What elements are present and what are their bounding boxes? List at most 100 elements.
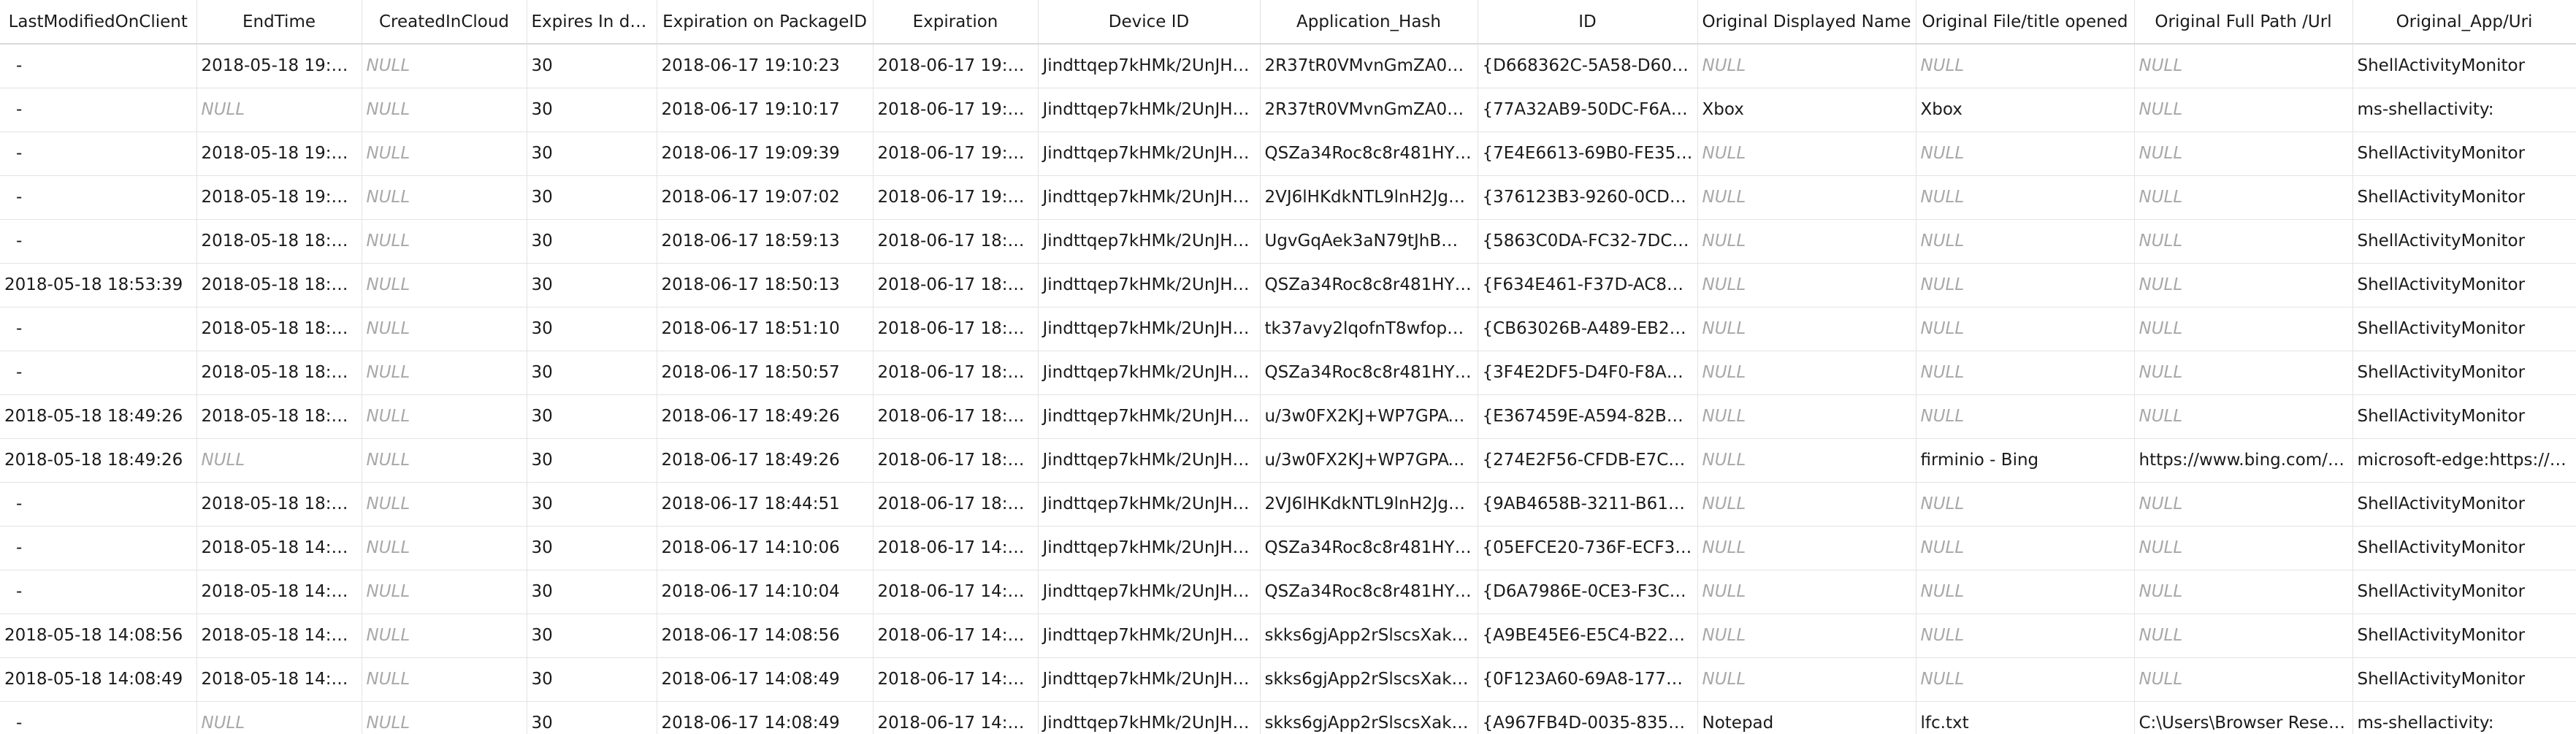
table-cell[interactable]: ShellActivityMonitor [2353, 175, 2576, 220]
table-cell[interactable]: 30 [527, 44, 657, 88]
table-cell[interactable]: NULL [1916, 482, 2135, 527]
table-row[interactable]: 2018-05-18 18:49:262018-05-18 18:49:26NU… [0, 394, 2576, 439]
table-cell[interactable]: NULL [1916, 175, 2135, 220]
table-cell[interactable]: 30 [527, 482, 657, 527]
table-cell[interactable]: ShellActivityMonitor [2353, 307, 2576, 351]
table-cell[interactable]: - [0, 307, 197, 351]
table-cell[interactable]: 2018-06-17 18:51:10 [873, 307, 1039, 351]
table-cell[interactable]: 2018-05-18 18:49:26 [0, 394, 197, 439]
table-cell[interactable]: {F634E461-F37D-AC87-3... [1478, 263, 1698, 307]
table-cell[interactable]: 2018-05-18 18:54:10 [196, 263, 362, 307]
table-cell[interactable]: NULL [196, 701, 362, 734]
table-cell[interactable]: NULL [2134, 88, 2353, 132]
table-cell[interactable]: - [0, 175, 197, 220]
table-cell[interactable]: 30 [527, 657, 657, 702]
table-cell[interactable]: 2018-06-17 14:08:49 [657, 657, 874, 702]
table-cell[interactable]: NULL [362, 394, 527, 439]
table-cell[interactable]: {D6A7986E-0CE3-F3C3-A... [1478, 570, 1698, 614]
table-cell[interactable]: NULL [1916, 351, 2135, 395]
table-cell[interactable]: 2018-05-18 19:09:39 [196, 131, 362, 176]
table-cell[interactable]: NULL [2134, 526, 2353, 570]
table-cell[interactable]: NULL [362, 701, 527, 734]
table-cell[interactable]: NULL [362, 131, 527, 176]
table-cell[interactable]: - [0, 131, 197, 176]
table-cell[interactable]: 2018-05-18 18:59:13 [196, 219, 362, 264]
table-cell[interactable]: 2018-06-17 18:50:13 [873, 263, 1039, 307]
table-cell[interactable]: NULL [1916, 613, 2135, 658]
table-row[interactable]: 2018-05-18 14:08:562018-05-18 14:08:57NU… [0, 613, 2576, 658]
table-cell[interactable]: ShellActivityMonitor [2353, 526, 2576, 570]
table-cell[interactable]: UgvGqAek3aN79tJhBmZ8... [1260, 219, 1478, 264]
table-cell[interactable]: NULL [1697, 438, 1916, 483]
table-cell[interactable]: 2018-06-17 14:08:56 [657, 613, 874, 658]
table-cell[interactable]: NULL [2134, 219, 2353, 264]
table-cell[interactable]: - [0, 482, 197, 527]
table-cell[interactable]: NULL [362, 526, 527, 570]
table-cell[interactable]: 2018-06-17 19:09:39 [657, 131, 874, 176]
table-cell[interactable]: - [0, 351, 197, 395]
column-header[interactable]: CreatedInCloud [362, 0, 527, 45]
table-cell[interactable]: 2018-06-17 14:08:49 [657, 701, 874, 734]
table-cell[interactable]: 2018-06-17 18:50:13 [657, 263, 874, 307]
table-cell[interactable]: NULL [1697, 613, 1916, 658]
table-cell[interactable]: 2018-06-17 18:50:57 [873, 351, 1039, 395]
table-cell[interactable]: NULL [362, 219, 527, 264]
table-cell[interactable]: 2018-06-17 19:10:23 [657, 44, 874, 88]
table-cell[interactable]: 2018-06-17 18:51:10 [657, 307, 874, 351]
table-cell[interactable]: 2018-06-17 18:49:26 [657, 394, 874, 439]
table-cell[interactable]: firminio - Bing [1916, 438, 2135, 483]
table-cell[interactable]: microsoft-edge:https://w... [2353, 438, 2576, 483]
table-cell[interactable]: 2018-05-18 18:50:57 [196, 351, 362, 395]
table-cell[interactable]: 2018-06-17 18:44:51 [657, 482, 874, 527]
table-cell[interactable]: 2018-05-18 14:08:55 [196, 657, 362, 702]
table-cell[interactable]: NULL [362, 613, 527, 658]
table-cell[interactable]: 2018-06-17 18:49:26 [873, 394, 1039, 439]
table-cell[interactable]: 2018-05-18 18:49:26 [0, 438, 197, 483]
table-row[interactable]: -2018-05-18 18:51:10NULL302018-06-17 18:… [0, 307, 2576, 351]
table-cell[interactable]: 2018-05-18 14:08:49 [0, 657, 197, 702]
table-cell[interactable]: - [0, 219, 197, 264]
table-cell[interactable]: Jindttqep7kHMk/2UnJHL... [1038, 351, 1261, 395]
table-cell[interactable]: NULL [1697, 526, 1916, 570]
table-cell[interactable]: NULL [362, 482, 527, 527]
table-cell[interactable]: NULL [1916, 263, 2135, 307]
table-cell[interactable]: ShellActivityMonitor [2353, 570, 2576, 614]
table-cell[interactable]: NULL [1697, 351, 1916, 395]
column-header[interactable]: EndTime [196, 0, 362, 45]
table-cell[interactable]: NULL [2134, 263, 2353, 307]
table-cell[interactable]: NULL [2134, 175, 2353, 220]
column-header[interactable]: Expiration on PackageID [657, 0, 874, 45]
table-cell[interactable]: NULL [2134, 44, 2353, 88]
table-cell[interactable]: 30 [527, 175, 657, 220]
table-cell[interactable]: 2VJ6lHKdkNTL9lnH2JgW... [1260, 482, 1478, 527]
table-cell[interactable]: NULL [2134, 131, 2353, 176]
table-cell[interactable]: {A9BE45E6-E5C4-B227-3... [1478, 613, 1698, 658]
table-row[interactable]: -2018-05-18 14:10:04NULL302018-06-17 14:… [0, 570, 2576, 614]
column-header[interactable]: Original Displayed Name [1697, 0, 1916, 45]
table-cell[interactable]: 2018-06-17 19:07:02 [657, 175, 874, 220]
table-cell[interactable]: Jindttqep7kHMk/2UnJHL... [1038, 394, 1261, 439]
table-cell[interactable]: - [0, 44, 197, 88]
column-header[interactable]: Original Full Path /Url [2134, 0, 2353, 45]
table-cell[interactable]: - [0, 701, 197, 734]
table-cell[interactable]: ShellActivityMonitor [2353, 44, 2576, 88]
table-cell[interactable]: 30 [527, 219, 657, 264]
table-cell[interactable]: ShellActivityMonitor [2353, 657, 2576, 702]
table-row[interactable]: 2018-05-18 14:08:492018-05-18 14:08:55NU… [0, 657, 2576, 702]
table-cell[interactable]: NULL [1916, 44, 2135, 88]
table-cell[interactable]: ShellActivityMonitor [2353, 613, 2576, 658]
table-cell[interactable]: NULL [1916, 131, 2135, 176]
table-cell[interactable]: 30 [527, 570, 657, 614]
table-cell[interactable]: Notepad [1697, 701, 1916, 734]
table-cell[interactable]: 2018-05-18 19:10:23 [196, 44, 362, 88]
table-cell[interactable]: 2018-06-17 14:10:04 [873, 570, 1039, 614]
table-cell[interactable]: NULL [1697, 175, 1916, 220]
table-cell[interactable]: 2018-05-18 14:08:57 [196, 613, 362, 658]
table-cell[interactable]: {9AB4658B-3211-B610-1... [1478, 482, 1698, 527]
table-cell[interactable]: NULL [362, 263, 527, 307]
table-row[interactable]: -2018-05-18 18:50:57NULL302018-06-17 18:… [0, 351, 2576, 395]
table-cell[interactable]: 2018-05-18 18:44:51 [196, 482, 362, 527]
table-cell[interactable]: 2018-06-17 18:49:26 [873, 438, 1039, 483]
table-cell[interactable]: {A967FB4D-0035-8358-E... [1478, 701, 1698, 734]
table-cell[interactable]: Jindttqep7kHMk/2UnJHL... [1038, 44, 1261, 88]
